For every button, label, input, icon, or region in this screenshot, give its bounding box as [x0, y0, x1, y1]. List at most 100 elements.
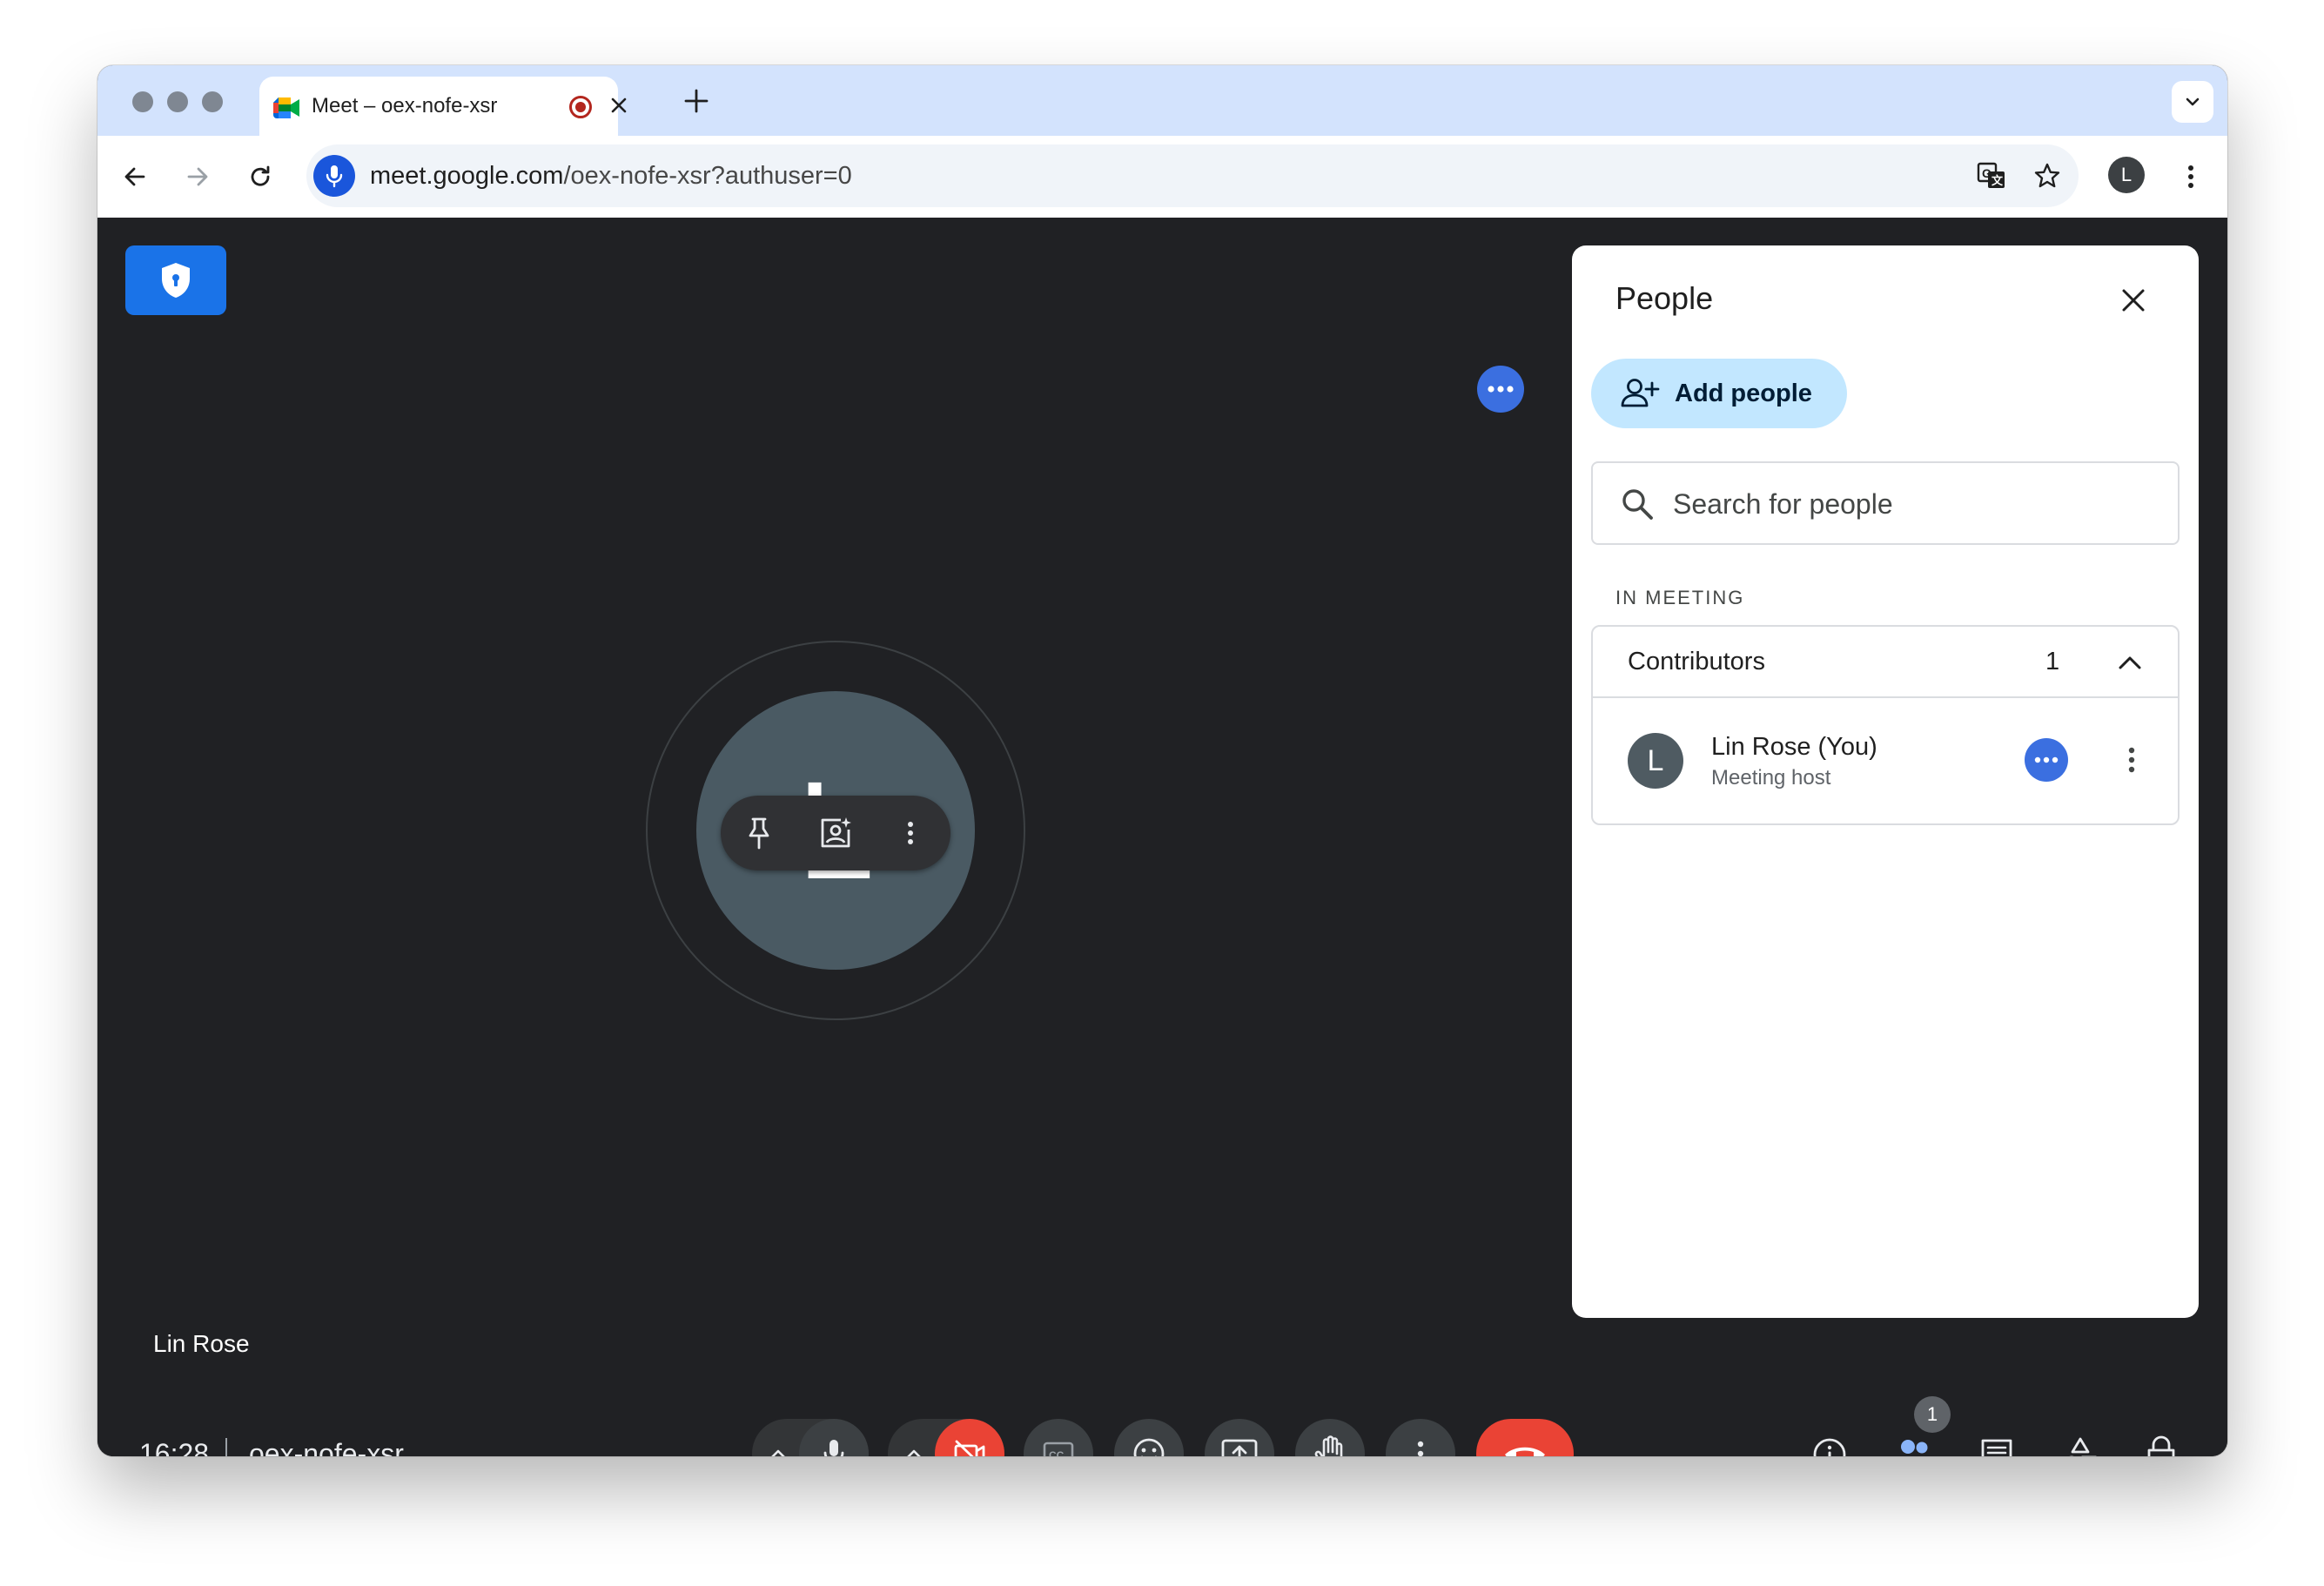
- recording-indicator-icon: [569, 96, 592, 118]
- search-people-field: [1591, 461, 2180, 545]
- present-icon: [1221, 1439, 1258, 1456]
- url-path: /oex-nofe-xsr?authuser=0: [563, 162, 852, 190]
- host-controls-icon: [2147, 1435, 2175, 1456]
- people-panel: People Add people Search for people IN M…: [1572, 245, 2199, 1318]
- chevron-up-icon: [2119, 656, 2141, 669]
- meet-stage: L Lin Rose: [97, 218, 2227, 1456]
- translate-button[interactable]: G 文: [1974, 158, 2009, 193]
- forward-button[interactable]: [176, 155, 219, 198]
- search-icon: [1622, 489, 1653, 520]
- visual-effects-button[interactable]: [816, 814, 855, 852]
- participant-row-avatar: L: [1628, 733, 1683, 789]
- leave-call-button[interactable]: [1476, 1419, 1574, 1456]
- meet-favicon-icon: [273, 97, 299, 118]
- meeting-code: oex-nofe-xsr: [249, 1438, 404, 1456]
- activities-icon: [2069, 1437, 2097, 1456]
- camera-off-icon: [954, 1440, 985, 1456]
- contributors-title: Contributors: [1628, 648, 1765, 675]
- activities-button[interactable]: [2058, 1432, 2103, 1456]
- audio-settings-caret[interactable]: [759, 1419, 797, 1456]
- contributors-header[interactable]: Contributors 1: [1593, 627, 2178, 698]
- chevron-up-icon: [771, 1449, 785, 1456]
- close-window-button[interactable]: [132, 91, 153, 112]
- maximize-window-button[interactable]: [202, 91, 223, 112]
- kebab-menu-icon: [908, 822, 913, 844]
- contributors-count: 1: [2045, 648, 2060, 675]
- emoji-reaction-button[interactable]: [1114, 1419, 1184, 1456]
- participant-name-label: Lin Rose: [153, 1330, 250, 1357]
- people-icon: [1901, 1440, 1928, 1454]
- hang-up-icon: [1505, 1447, 1545, 1456]
- close-panel-button[interactable]: [2113, 280, 2153, 320]
- chat-icon: [1981, 1439, 2012, 1456]
- kebab-menu-icon: [2188, 165, 2193, 188]
- back-button[interactable]: [113, 155, 157, 198]
- video-settings-caret[interactable]: [895, 1419, 933, 1456]
- tab-meet[interactable]: Meet – oex-nofe-xsr: [259, 77, 627, 136]
- info-icon: [1813, 1438, 1846, 1456]
- raise-hand-icon: [1314, 1435, 1343, 1456]
- present-button[interactable]: [1205, 1419, 1274, 1456]
- svg-text:CC: CC: [1049, 1449, 1065, 1456]
- minimize-window-button[interactable]: [167, 91, 188, 112]
- tile-hover-toolbar: [721, 796, 950, 870]
- pin-button[interactable]: [740, 814, 778, 852]
- url-host: meet.google.com: [370, 162, 564, 190]
- captions-button[interactable]: CC: [1024, 1419, 1093, 1456]
- address-bar[interactable]: meet.google.com/oex-nofe-xsr?authuser=0 …: [306, 144, 2079, 207]
- forward-icon: [187, 167, 208, 186]
- kebab-menu-icon: [2128, 747, 2135, 773]
- participant-row-more-button[interactable]: [2110, 738, 2153, 782]
- browser-menu-button[interactable]: [2169, 155, 2213, 198]
- add-person-icon: [1621, 379, 1660, 407]
- people-count-badge: 1: [1914, 1396, 1951, 1433]
- bookmark-button[interactable]: [2030, 158, 2065, 193]
- translate-icon: G 文: [1977, 162, 2005, 188]
- search-people-input[interactable]: [1673, 481, 2160, 528]
- more-options-icon: [1417, 1441, 1424, 1456]
- bookmark-star-icon: [2034, 163, 2060, 188]
- ellipsis-icon: [1488, 386, 1514, 393]
- new-tab-icon[interactable]: [681, 85, 712, 117]
- profile-avatar[interactable]: L: [2108, 157, 2145, 193]
- people-button[interactable]: [1891, 1432, 1936, 1456]
- svg-text:文: 文: [1992, 174, 2004, 187]
- pin-icon: [749, 817, 769, 850]
- captions-icon: CC: [1043, 1442, 1074, 1456]
- browser-toolbar: meet.google.com/oex-nofe-xsr?authuser=0 …: [97, 136, 2227, 218]
- reload-icon: [251, 165, 270, 186]
- chevron-down-icon: [2186, 97, 2200, 106]
- close-icon: [2122, 289, 2145, 312]
- contributors-group: Contributors 1 L Lin Rose (You) Meeting …: [1591, 625, 2180, 825]
- visual-effects-icon: [821, 817, 851, 848]
- in-meeting-section-label: IN MEETING: [1615, 587, 1745, 608]
- emoji-icon: [1133, 1438, 1165, 1456]
- site-mic-in-use-button[interactable]: [313, 155, 355, 197]
- browser-window: Meet – oex-nofe-xsr meet.google.com/oex-…: [97, 65, 2227, 1456]
- chat-button[interactable]: [1974, 1432, 2019, 1456]
- close-tab-icon[interactable]: [606, 92, 632, 118]
- panel-title: People: [1615, 280, 1714, 316]
- host-controls-button[interactable]: [2141, 1432, 2186, 1456]
- collapse-contributors-button[interactable]: [2108, 641, 2152, 684]
- back-icon: [124, 167, 145, 186]
- participant-row-options-badge[interactable]: [2025, 738, 2068, 782]
- raise-hand-button[interactable]: [1295, 1419, 1365, 1456]
- add-people-label: Add people: [1675, 380, 1812, 407]
- meeting-clock: 16:28: [139, 1438, 210, 1456]
- meeting-safety-button[interactable]: [125, 245, 226, 315]
- tile-more-options-badge[interactable]: [1477, 366, 1524, 413]
- microphone-icon: [326, 165, 343, 188]
- chevron-up-icon: [907, 1449, 921, 1456]
- more-options-button[interactable]: [1386, 1419, 1455, 1456]
- meeting-details-button[interactable]: [1807, 1432, 1852, 1456]
- microphone-icon: [823, 1440, 844, 1456]
- tab-search-button[interactable]: [2172, 81, 2213, 123]
- divider: [225, 1438, 227, 1456]
- url-text: meet.google.com/oex-nofe-xsr?authuser=0: [370, 162, 852, 191]
- tile-more-options-button[interactable]: [891, 814, 930, 852]
- add-people-button[interactable]: Add people: [1591, 359, 1847, 428]
- reload-button[interactable]: [238, 155, 282, 198]
- participant-row: L Lin Rose (You) Meeting host: [1593, 700, 2178, 823]
- participant-row-role: Meeting host: [1711, 766, 1831, 790]
